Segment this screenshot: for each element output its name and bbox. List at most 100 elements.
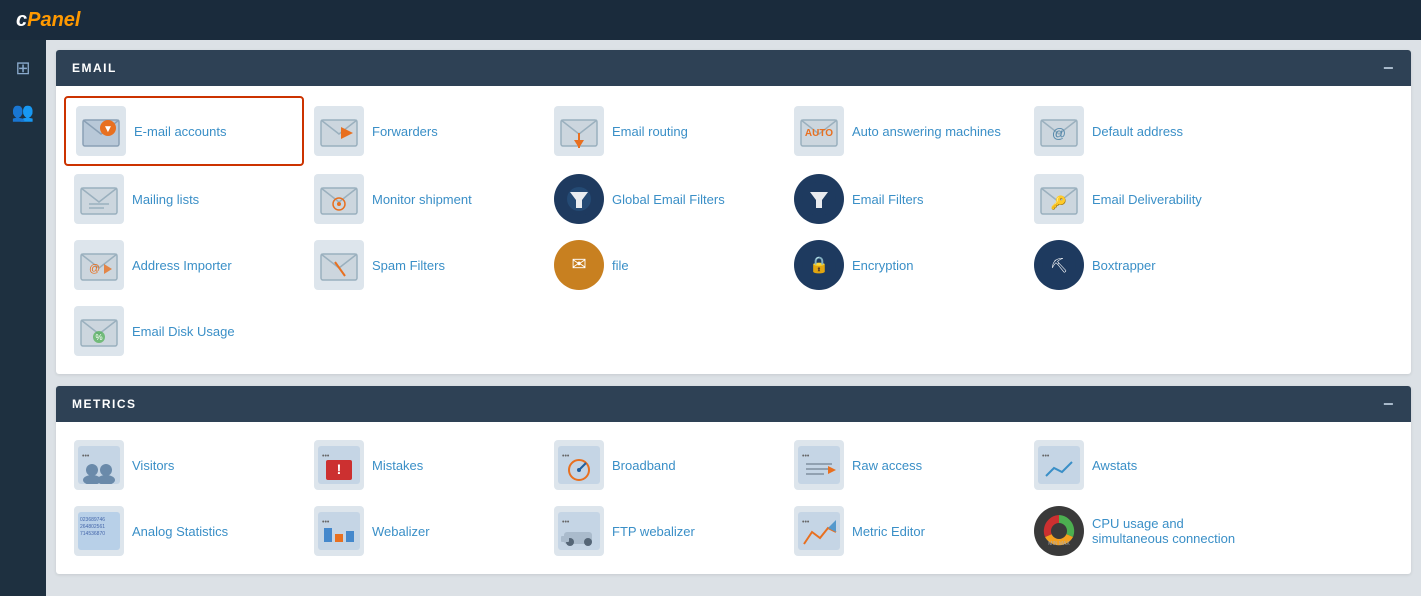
metrics-section-body: ••• Visitors ••• ! (56, 422, 1411, 574)
global-email-filters-label: Global Email Filters (612, 192, 725, 207)
awstats-label: Awstats (1092, 458, 1137, 473)
email-disk-usage-item[interactable]: % Email Disk Usage (64, 298, 304, 364)
encryption-label: Encryption (852, 258, 913, 273)
mistakes-icon: ••• ! (314, 440, 364, 490)
raw-access-item[interactable]: ••• Raw access (784, 432, 1024, 498)
metric-editor-label: Metric Editor (852, 524, 925, 539)
email-accounts-item[interactable]: ▼ E-mail accounts (64, 96, 304, 166)
analog-statistics-label: Analog Statistics (132, 524, 228, 539)
metrics-collapse-btn[interactable]: − (1383, 395, 1395, 413)
file-item[interactable]: ✉ file (544, 232, 784, 298)
default-address-item[interactable]: @ Default address (1024, 96, 1264, 166)
forwarders-label: Forwarders (372, 124, 438, 139)
address-importer-item[interactable]: @ Address Importer (64, 232, 304, 298)
email-disk-usage-label: Email Disk Usage (132, 324, 235, 339)
svg-text:@: @ (89, 263, 100, 275)
email-filters-item[interactable]: Email Filters (784, 166, 1024, 232)
mailing-lists-label: Mailing lists (132, 192, 199, 207)
global-email-filters-item[interactable]: Global Email Filters (544, 166, 784, 232)
sidebar: ⊞ 👥 (0, 40, 46, 596)
email-accounts-label: E-mail accounts (134, 124, 226, 139)
visitors-icon: ••• (74, 440, 124, 490)
spam-filters-label: Spam Filters (372, 258, 445, 273)
cpu-usage-label: CPU usage and simultaneous connection (1092, 516, 1254, 546)
forwarders-icon (314, 106, 364, 156)
mistakes-label: Mistakes (372, 458, 423, 473)
auto-answering-label: Auto answering machines (852, 124, 1001, 139)
global-email-filters-icon (554, 174, 604, 224)
svg-text:•••: ••• (82, 453, 90, 460)
cpu-usage-item[interactable]: MIN MAX CPU usage and simultaneous conne… (1024, 498, 1264, 564)
svg-text:@: @ (1052, 125, 1066, 141)
awstats-item[interactable]: ••• Awstats (1024, 432, 1264, 498)
metrics-section: METRICS − ••• Visitors (56, 386, 1411, 574)
analog-statistics-icon: 023689746 264802561 714536870 (74, 506, 124, 556)
email-collapse-btn[interactable]: − (1383, 59, 1395, 77)
email-deliverability-icon: 🔑 (1034, 174, 1084, 224)
spam-filters-item[interactable]: Spam Filters (304, 232, 544, 298)
svg-text:%: % (95, 333, 102, 342)
encryption-icon: 🔒 (794, 240, 844, 290)
email-section-header: EMAIL − (56, 50, 1411, 86)
mistakes-item[interactable]: ••• ! Mistakes (304, 432, 544, 498)
grid-sidebar-icon[interactable]: ⊞ (5, 50, 41, 86)
visitors-item[interactable]: ••• Visitors (64, 432, 304, 498)
svg-text:AUTO: AUTO (805, 128, 833, 139)
monitor-shipment-item[interactable]: Monitor shipment (304, 166, 544, 232)
cpu-usage-icon: MIN MAX (1034, 506, 1084, 556)
file-icon: ✉ (554, 240, 604, 290)
encryption-item[interactable]: 🔒 Encryption (784, 232, 1024, 298)
metric-editor-item[interactable]: ••• Metric Editor (784, 498, 1024, 564)
mailing-lists-icon (74, 174, 124, 224)
raw-access-label: Raw access (852, 458, 922, 473)
svg-text:!: ! (337, 461, 342, 477)
address-importer-label: Address Importer (132, 258, 232, 273)
ftp-webalizer-icon: ••• (554, 506, 604, 556)
email-section-body: ▼ E-mail accounts Forwarders (56, 86, 1411, 374)
email-section: EMAIL − ▼ E-mail accounts (56, 50, 1411, 374)
cpanel-logo: cPanel (16, 9, 80, 32)
svg-text:•••: ••• (1042, 453, 1050, 460)
svg-text:•••: ••• (322, 519, 330, 526)
email-disk-usage-icon: % (74, 306, 124, 356)
boxtrapper-label: Boxtrapper (1092, 258, 1156, 273)
svg-text:▼: ▼ (103, 124, 113, 135)
email-filters-label: Email Filters (852, 192, 924, 207)
broadband-label: Broadband (612, 458, 676, 473)
svg-text:714536870: 714536870 (80, 531, 105, 537)
users-sidebar-icon[interactable]: 👥 (5, 94, 41, 130)
auto-answering-item[interactable]: AUTO Auto answering machines (784, 96, 1024, 166)
webalizer-label: Webalizer (372, 524, 430, 539)
svg-text:•••: ••• (562, 519, 570, 526)
analog-statistics-item[interactable]: 023689746 264802561 714536870 Analog Sta… (64, 498, 304, 564)
metric-editor-icon: ••• (794, 506, 844, 556)
boxtrapper-icon: ⛏ (1034, 240, 1084, 290)
metrics-section-header: METRICS − (56, 386, 1411, 422)
monitor-shipment-label: Monitor shipment (372, 192, 472, 207)
svg-text:023689746: 023689746 (80, 517, 105, 523)
webalizer-item[interactable]: ••• Webalizer (304, 498, 544, 564)
address-importer-icon: @ (74, 240, 124, 290)
file-label: file (612, 258, 629, 273)
email-routing-item[interactable]: Email routing (544, 96, 784, 166)
svg-text:🔑: 🔑 (1051, 194, 1067, 211)
broadband-icon: ••• (554, 440, 604, 490)
svg-text:•••: ••• (322, 453, 330, 460)
mailing-lists-item[interactable]: Mailing lists (64, 166, 304, 232)
auto-answering-icon: AUTO (794, 106, 844, 156)
boxtrapper-item[interactable]: ⛏ Boxtrapper (1024, 232, 1264, 298)
awstats-icon: ••• (1034, 440, 1084, 490)
svg-text:•••: ••• (802, 519, 810, 526)
svg-text:MIN MAX: MIN MAX (1048, 541, 1070, 547)
visitors-label: Visitors (132, 458, 174, 473)
ftp-webalizer-item[interactable]: ••• FTP webalizer (544, 498, 784, 564)
svg-text:•••: ••• (562, 453, 570, 460)
default-address-label: Default address (1092, 124, 1183, 139)
forwarders-item[interactable]: Forwarders (304, 96, 544, 166)
email-accounts-icon: ▼ (76, 106, 126, 156)
monitor-shipment-icon (314, 174, 364, 224)
broadband-item[interactable]: ••• Broadband (544, 432, 784, 498)
svg-text:🔒: 🔒 (809, 256, 829, 274)
email-deliverability-item[interactable]: 🔑 Email Deliverability (1024, 166, 1264, 232)
svg-text:•••: ••• (802, 453, 810, 460)
